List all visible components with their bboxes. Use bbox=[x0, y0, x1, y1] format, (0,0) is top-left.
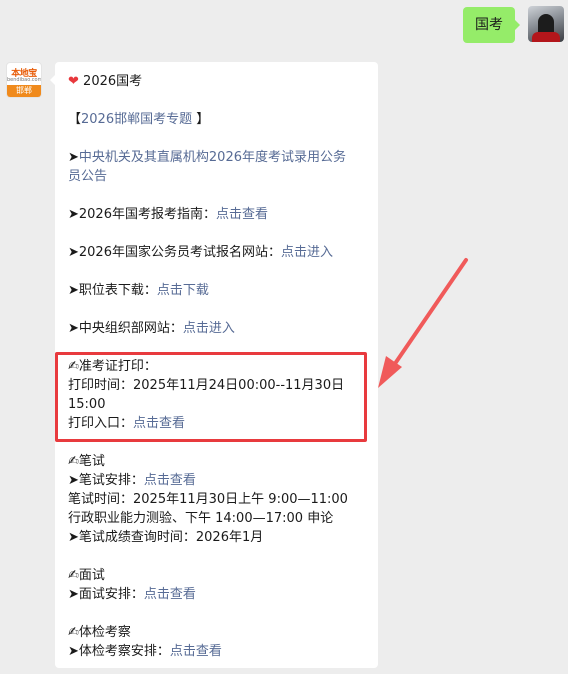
annotation-arrow-icon bbox=[378, 258, 468, 388]
